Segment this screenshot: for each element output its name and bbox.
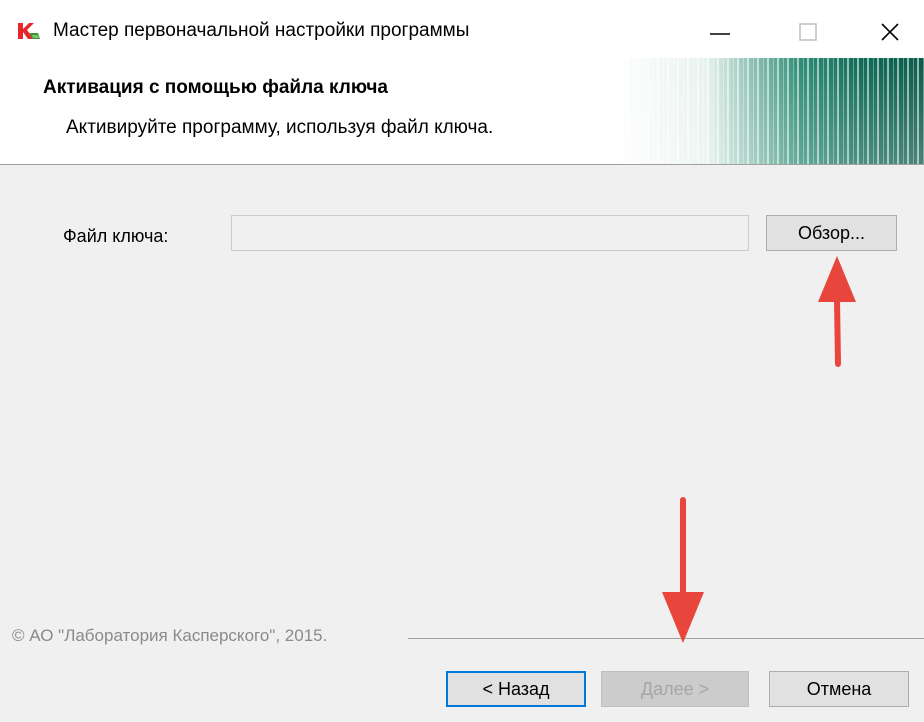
minimize-icon [710, 33, 730, 35]
cancel-button[interactable]: Отмена [769, 671, 909, 707]
arrow-up-to-browse [818, 256, 856, 367]
browse-button[interactable]: Обзор... [766, 215, 897, 251]
page-subtitle: Активируйте программу, используя файл кл… [66, 117, 494, 138]
footer-divider [408, 638, 924, 639]
wizard-header: Активация с помощью файла ключа Активиру… [0, 58, 924, 165]
title-bar: Мастер первоначальной настройки программ… [0, 0, 924, 58]
header-banner-image [614, 58, 924, 164]
page-title: Активация с помощью файла ключа [43, 77, 388, 98]
next-button[interactable]: Далее > [601, 671, 749, 707]
close-button[interactable] [868, 14, 912, 50]
kaspersky-logo-icon [18, 23, 40, 39]
arrow-down-to-next [662, 497, 704, 643]
key-file-input[interactable] [231, 215, 749, 251]
close-icon [881, 23, 899, 41]
maximize-icon [799, 23, 817, 41]
key-file-label: Файл ключа: [63, 226, 169, 246]
copyright-text: © АО "Лаборатория Касперского", 2015. [12, 626, 328, 645]
back-button[interactable]: < Назад [446, 671, 586, 707]
window-title: Мастер первоначальной настройки программ… [53, 20, 470, 41]
minimize-button[interactable] [698, 14, 742, 50]
maximize-button [786, 14, 830, 50]
